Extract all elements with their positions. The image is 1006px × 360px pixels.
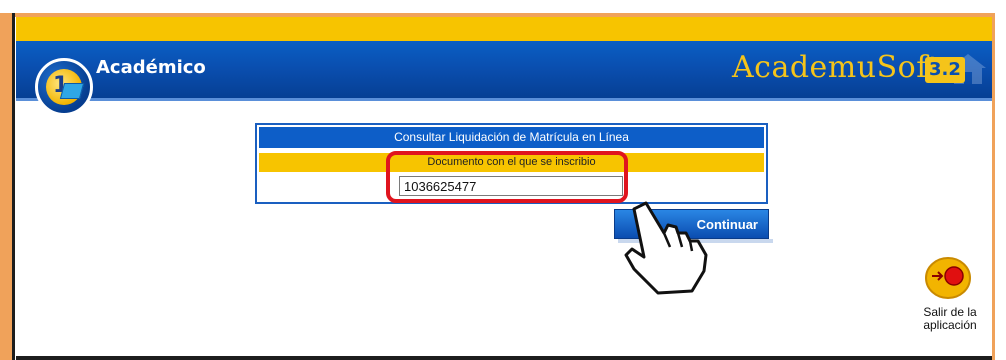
brand-logo: AcademuSoft bbox=[732, 50, 941, 85]
input-highlight-annotation bbox=[386, 151, 628, 203]
exit-label-line2: aplicación bbox=[923, 318, 977, 332]
book-icon bbox=[59, 83, 85, 99]
window-bottom-border bbox=[16, 356, 992, 360]
exit-label[interactable]: Salir de la aplicación bbox=[905, 306, 995, 332]
hand-pointer-icon bbox=[624, 201, 708, 295]
form-title: Consultar Liquidación de Matrícula en Lí… bbox=[259, 127, 764, 148]
app-title: Académico bbox=[96, 57, 206, 78]
academic-logo-icon: 1 bbox=[35, 58, 93, 116]
window-left-frame bbox=[0, 13, 12, 360]
brand-version-badge: 3.2 bbox=[925, 57, 965, 83]
exit-button-icon[interactable] bbox=[922, 254, 974, 302]
header-divider bbox=[16, 98, 992, 101]
window-left-border bbox=[12, 13, 15, 360]
window-top-frame bbox=[0, 0, 1006, 17]
top-accent-bar bbox=[16, 17, 992, 41]
